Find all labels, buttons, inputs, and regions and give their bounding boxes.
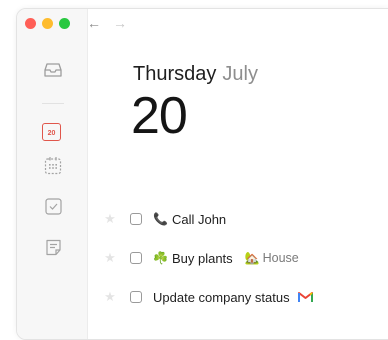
- task-title[interactable]: Update company status: [153, 290, 290, 305]
- forward-arrow-icon[interactable]: →: [113, 15, 127, 31]
- task-checkbox[interactable]: [130, 213, 142, 225]
- minimize-button[interactable]: [42, 18, 53, 29]
- zoom-button[interactable]: [59, 18, 70, 29]
- task-title[interactable]: Buy plants: [172, 251, 233, 266]
- project-tag[interactable]: 🏡 House: [245, 251, 299, 265]
- month-label: July: [222, 63, 258, 85]
- task-checkbox[interactable]: [130, 252, 142, 264]
- gmail-icon[interactable]: [297, 291, 313, 303]
- weekday-label: Thursday: [133, 63, 217, 85]
- task-title[interactable]: Call John: [172, 212, 226, 227]
- calendar-grid-icon[interactable]: [44, 156, 62, 174]
- task-row[interactable]: ★ ☘️ Buy plants 🏡 House: [104, 247, 299, 269]
- star-icon[interactable]: ★: [104, 211, 116, 227]
- clover-icon: ☘️: [153, 251, 168, 265]
- close-button[interactable]: [25, 18, 36, 29]
- calendar-today-icon[interactable]: 20: [42, 123, 61, 141]
- back-arrow-icon[interactable]: ←: [87, 15, 101, 31]
- task-row[interactable]: ★ 📞 Call John: [104, 208, 226, 230]
- star-icon[interactable]: ★: [104, 250, 116, 266]
- note-icon[interactable]: [44, 238, 62, 256]
- calendar-today-badge: 20: [47, 129, 56, 137]
- task-row[interactable]: ★ Update company status: [104, 286, 313, 308]
- navigation-arrows: ← →: [87, 15, 127, 31]
- date-heading: Thursday July: [133, 63, 258, 86]
- inbox-icon[interactable]: [44, 61, 62, 79]
- checkbox-icon[interactable]: [44, 197, 62, 215]
- app-window: 20 ← → Thursday July 20 ★ 📞 Call John ★ …: [0, 0, 388, 340]
- phone-icon: 📞: [153, 212, 168, 226]
- project-tag-label: House: [262, 251, 299, 265]
- sidebar: 20: [17, 9, 88, 339]
- day-number: 20: [131, 87, 188, 145]
- task-checkbox[interactable]: [130, 291, 142, 303]
- house-icon: 🏡: [244, 251, 260, 265]
- star-icon[interactable]: ★: [104, 289, 116, 305]
- window-controls: [25, 18, 70, 29]
- sidebar-divider: [42, 103, 64, 104]
